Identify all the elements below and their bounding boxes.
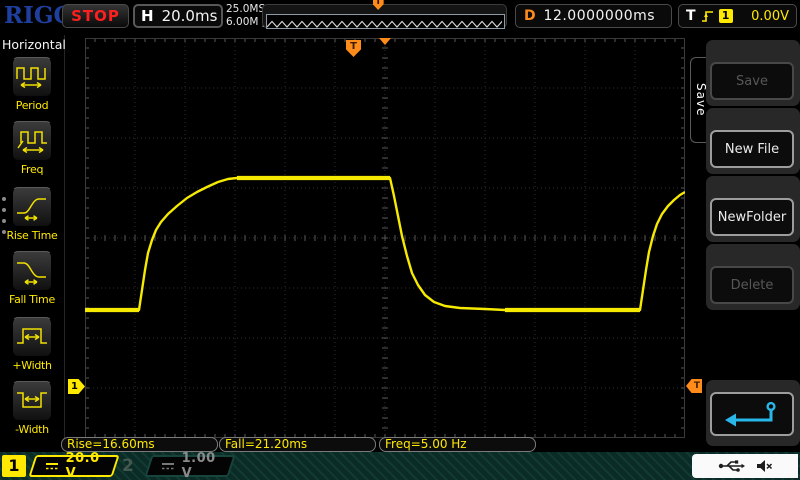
measurement-rise-time: Rise=16.60ms: [61, 437, 218, 452]
usb-icon: [717, 459, 747, 473]
trigger-info-box: T 1 0.00V: [678, 4, 797, 28]
return-arrow-icon: [721, 400, 783, 428]
speaker-muted-icon: [755, 459, 773, 473]
dc-coupling-icon: [44, 461, 60, 471]
graticule: [85, 38, 685, 438]
fall-time-icon: [12, 251, 52, 291]
horizontal-measure-menu: Horizontal Period Freq: [0, 35, 65, 445]
trigger-level-value: 0.00V: [738, 9, 789, 24]
horizontal-timebase-box: H 20.0ms: [133, 4, 223, 28]
left-menu-title: Horizontal: [2, 37, 66, 52]
plus-width-icon: [12, 317, 52, 357]
waveform-preview-window: [266, 14, 505, 29]
run-state-label: STOP: [71, 7, 120, 25]
softkey-slot: [706, 380, 800, 446]
delay-value: 12.0000000ms: [536, 8, 663, 24]
ch1-number-badge[interactable]: 1: [2, 455, 26, 477]
ch1-scale-value: 20.0 V: [66, 451, 114, 480]
freq-icon: [12, 121, 52, 161]
menu-item-label: -Width: [0, 423, 64, 436]
softkey-slot: Save: [706, 40, 800, 106]
menu-item-label: Fall Time: [0, 293, 64, 306]
menu-item-plus-width[interactable]: +Width: [0, 317, 64, 372]
ch2-scale-value: 1.00 V: [182, 451, 230, 480]
ch1-scale-box[interactable]: 20.0 V: [28, 455, 119, 477]
trigger-label: T: [686, 8, 696, 24]
minus-width-icon: [12, 381, 52, 421]
save-soft-menu: Save Save New File NewFolder Delete: [690, 35, 800, 452]
period-icon: [12, 57, 52, 97]
ch1-ground-marker-icon[interactable]: 1: [68, 379, 85, 394]
menu-item-label: Period: [0, 99, 64, 112]
dc-coupling-icon: [160, 461, 176, 471]
back-button[interactable]: [710, 392, 794, 436]
save-button[interactable]: Save: [710, 62, 794, 100]
run-state-badge: STOP: [62, 4, 129, 28]
menu-item-label: +Width: [0, 359, 64, 372]
rise-time-icon: [12, 187, 52, 227]
menu-item-period[interactable]: Period: [0, 57, 64, 112]
softkey-slot: NewFolder: [706, 176, 800, 242]
peripheral-status-box: [692, 454, 798, 478]
trigger-delay-box: D 12.0000000ms: [515, 4, 672, 28]
softkey-slot: New File: [706, 108, 800, 174]
new-file-button[interactable]: New File: [710, 130, 794, 168]
menu-item-fall-time[interactable]: Fall Time: [0, 251, 64, 306]
waveform-preview-bar: T: [262, 4, 507, 28]
menu-item-label: Freq: [0, 163, 64, 176]
menu-item-rise-time[interactable]: Rise Time: [0, 187, 64, 242]
softkey-slot: Delete: [706, 244, 800, 310]
menu-item-label: Rise Time: [0, 229, 64, 242]
measurement-fall-time: Fall=21.20ms: [219, 437, 376, 452]
preview-trigger-marker-icon: T: [373, 0, 384, 10]
ch2-number-badge[interactable]: 2: [122, 455, 134, 477]
new-folder-button[interactable]: NewFolder: [710, 198, 794, 236]
oscilloscope-screen: RIGOL STOP H 20.0ms 25.0MSa/s 6.00M pts …: [0, 0, 800, 480]
horizontal-label: H: [141, 7, 154, 25]
delay-label: D: [524, 8, 536, 24]
top-status-bar: RIGOL STOP H 20.0ms 25.0MSa/s 6.00M pts …: [0, 0, 800, 32]
menu-item-minus-width[interactable]: -Width: [0, 381, 64, 436]
rising-edge-icon: [701, 10, 714, 23]
preview-waveform-icon: [267, 18, 502, 30]
delete-button[interactable]: Delete: [710, 266, 794, 304]
timebase-value: 20.0ms: [162, 7, 218, 25]
menu-item-freq[interactable]: Freq: [0, 121, 64, 176]
measurement-frequency: Freq=5.00 Hz: [379, 437, 536, 452]
trigger-source-badge: 1: [719, 9, 733, 23]
channel-status-bar: 1 20.0 V 2 1.00 V: [0, 452, 800, 480]
ch2-scale-box[interactable]: 1.00 V: [144, 455, 235, 477]
waveform-display: T 1 T: [85, 38, 685, 438]
